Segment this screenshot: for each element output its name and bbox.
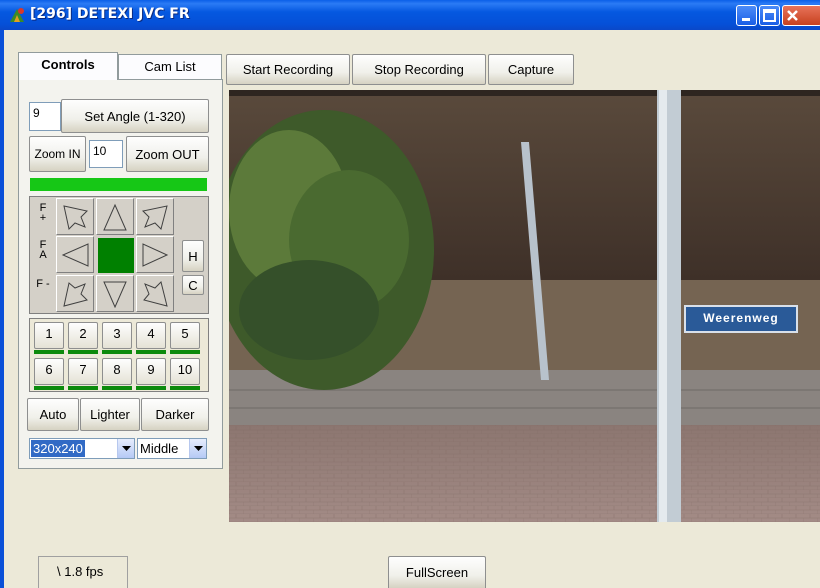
preset-button-8[interactable]: 8 xyxy=(102,358,132,385)
pan-right-button[interactable] xyxy=(136,236,174,273)
tab-controls[interactable]: Controls xyxy=(18,52,118,80)
arrow-left-icon xyxy=(61,243,89,267)
preset-indicator xyxy=(170,350,200,354)
arrow-down-right-icon xyxy=(143,281,168,307)
preset-indicator xyxy=(102,386,132,390)
quality-select-value: Middle xyxy=(140,441,179,456)
pan-left-button[interactable] xyxy=(56,236,94,273)
preset-indicator xyxy=(170,386,200,390)
fps-indicator: \ 1.8 fps xyxy=(38,556,128,588)
zoom-in-button[interactable]: Zoom IN xyxy=(29,136,86,172)
camera-scene-image xyxy=(229,90,820,522)
preset-indicator xyxy=(68,386,98,390)
darker-button[interactable]: Darker xyxy=(141,398,209,431)
tab-cam-list-label: Cam List xyxy=(144,59,196,74)
title-bar: [296] DETEXI JVC FR xyxy=(0,0,820,30)
tab-cam-list[interactable]: Cam List xyxy=(118,54,222,80)
angle-input[interactable]: 9 xyxy=(29,102,61,131)
resolution-select[interactable]: 320x240 xyxy=(29,438,135,459)
preset-indicator xyxy=(136,386,166,390)
arrow-up-right-icon xyxy=(141,205,168,230)
arrow-down-icon xyxy=(103,281,127,308)
preset-indicator xyxy=(68,350,98,354)
arrow-up-icon xyxy=(103,203,127,231)
preset-indicator xyxy=(136,350,166,354)
preset-button-3[interactable]: 3 xyxy=(102,322,132,349)
tilt-up-button[interactable] xyxy=(96,198,134,235)
tilt-down-button[interactable] xyxy=(96,275,134,312)
preset-button-9[interactable]: 9 xyxy=(136,358,166,385)
maximize-icon xyxy=(763,9,776,22)
pan-up-left-button[interactable] xyxy=(56,198,94,235)
quality-select[interactable]: Middle xyxy=(137,438,207,459)
pan-up-right-button[interactable] xyxy=(136,198,174,235)
ptz-home-button[interactable] xyxy=(98,238,134,273)
zoom-input[interactable]: 10 xyxy=(89,140,123,168)
preset-button-1[interactable]: 1 xyxy=(34,322,64,349)
fullscreen-button[interactable]: FullScreen xyxy=(388,556,486,588)
app-icon xyxy=(10,8,24,22)
preset-button-4[interactable]: 4 xyxy=(136,322,166,349)
lighter-button[interactable]: Lighter xyxy=(80,398,140,431)
arrow-up-left-icon xyxy=(63,205,89,231)
preset-button-2[interactable]: 2 xyxy=(68,322,98,349)
arrow-down-left-icon xyxy=(63,282,88,307)
preset-button-7[interactable]: 7 xyxy=(68,358,98,385)
focus-auto-label[interactable]: F A xyxy=(36,240,50,261)
pan-down-right-button[interactable] xyxy=(136,275,174,312)
h-button[interactable]: H xyxy=(182,240,204,272)
preset-indicator xyxy=(34,350,64,354)
street-sign-text: Weerenweg xyxy=(703,311,779,325)
auto-button[interactable]: Auto xyxy=(27,398,79,431)
maximize-button[interactable] xyxy=(759,5,780,26)
start-recording-button[interactable]: Start Recording xyxy=(226,54,350,85)
resolution-select-value: 320x240 xyxy=(31,440,85,457)
pan-down-left-button[interactable] xyxy=(56,275,94,312)
camera-video-feed[interactable]: Weerenweg xyxy=(229,90,820,522)
chevron-down-icon xyxy=(189,439,206,458)
c-button[interactable]: C xyxy=(182,275,204,295)
set-angle-button[interactable]: Set Angle (1-320) xyxy=(61,99,209,133)
focus-plus-label[interactable]: F + xyxy=(36,203,50,224)
stop-recording-button[interactable]: Stop Recording xyxy=(352,54,486,85)
minimize-icon xyxy=(742,18,750,21)
focus-minus-label[interactable]: F - xyxy=(36,279,50,290)
preset-button-6[interactable]: 6 xyxy=(34,358,64,385)
chevron-down-icon xyxy=(117,439,134,458)
capture-button[interactable]: Capture xyxy=(488,54,574,85)
arrow-right-icon xyxy=(142,243,169,267)
close-button[interactable] xyxy=(782,5,820,26)
close-icon xyxy=(787,10,798,21)
preset-button-5[interactable]: 5 xyxy=(170,322,200,349)
zoom-out-button[interactable]: Zoom OUT xyxy=(126,136,209,172)
minimize-button[interactable] xyxy=(736,5,757,26)
window-title: [296] DETEXI JVC FR xyxy=(30,6,190,22)
preset-indicator xyxy=(102,350,132,354)
preset-button-10[interactable]: 10 xyxy=(170,358,200,385)
status-indicator-bar xyxy=(30,178,207,191)
preset-indicator xyxy=(34,386,64,390)
tab-controls-label: Controls xyxy=(41,57,95,72)
